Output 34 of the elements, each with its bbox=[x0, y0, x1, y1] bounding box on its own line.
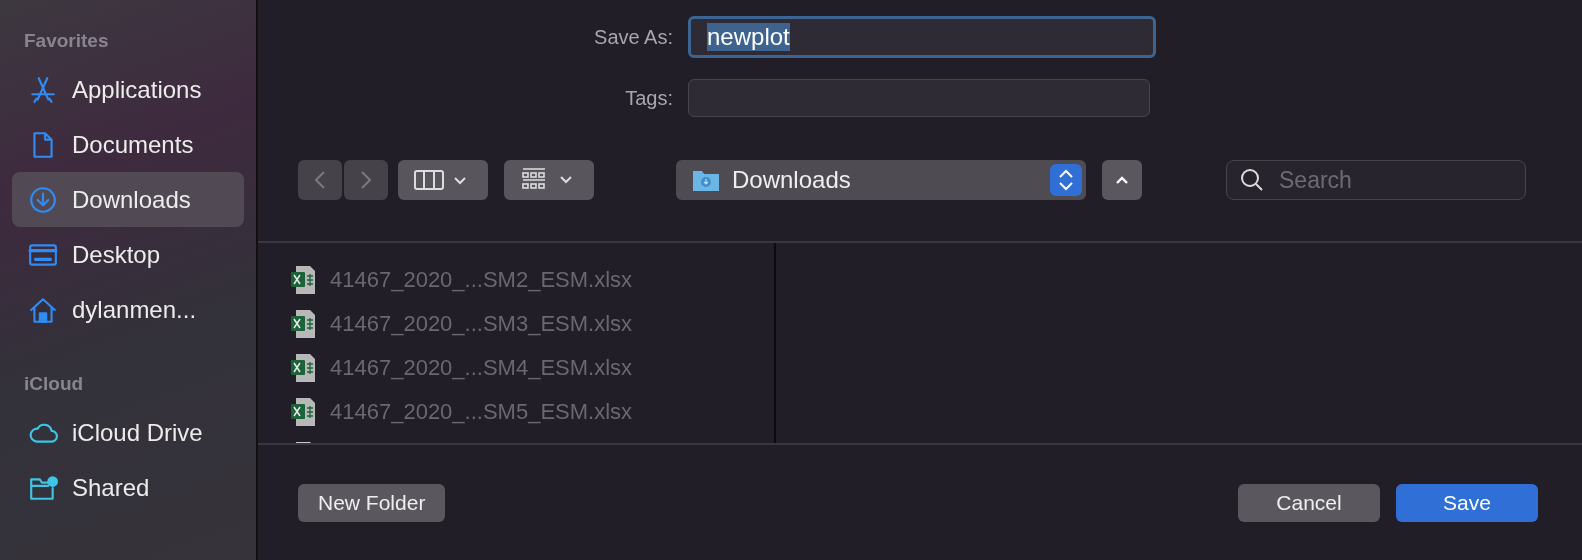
sidebar-item[interactable]: Desktop bbox=[12, 227, 244, 282]
group-view-button[interactable] bbox=[504, 160, 594, 200]
stepper-icon bbox=[1050, 164, 1082, 196]
tags-label: Tags: bbox=[624, 86, 673, 110]
spreadsheet-icon bbox=[290, 397, 316, 427]
sidebar-item[interactable]: Downloads bbox=[12, 172, 244, 227]
apps-icon bbox=[28, 74, 58, 105]
column-view-button[interactable] bbox=[398, 160, 488, 200]
sidebar-item[interactable]: iCloud Drive bbox=[12, 405, 244, 460]
sidebar-item[interactable]: dylanmen... bbox=[12, 282, 244, 337]
section-heading: Favorites bbox=[23, 30, 110, 53]
location-popup[interactable]: Downloads bbox=[676, 160, 1086, 200]
sidebar-item[interactable]: Applications bbox=[12, 62, 244, 117]
spreadsheet-icon bbox=[290, 309, 316, 339]
spreadsheet-icon bbox=[290, 353, 316, 383]
save-as-label: Save As: bbox=[593, 25, 673, 49]
download-icon bbox=[28, 184, 58, 215]
save-button[interactable]: Save bbox=[1396, 484, 1538, 522]
search-field[interactable]: Search bbox=[1226, 160, 1526, 200]
cancel-button[interactable]: Cancel bbox=[1238, 484, 1380, 522]
folder-icon bbox=[692, 168, 720, 192]
filename-value: newplot bbox=[707, 23, 790, 51]
expand-button[interactable] bbox=[1102, 160, 1142, 200]
tags-field[interactable] bbox=[688, 79, 1150, 117]
back-icon bbox=[314, 170, 326, 190]
spreadsheet-icon bbox=[290, 265, 316, 295]
section-heading: iCloud bbox=[23, 373, 85, 396]
sidebar-item[interactable]: Shared bbox=[12, 460, 244, 515]
chevron-up-icon bbox=[1115, 175, 1129, 185]
sidebar-item[interactable]: Documents bbox=[12, 117, 244, 172]
new-folder-button[interactable]: New Folder bbox=[298, 484, 446, 522]
search-icon bbox=[1240, 168, 1264, 192]
forward-icon bbox=[360, 170, 372, 190]
filename-field[interactable]: newplot bbox=[688, 16, 1156, 58]
